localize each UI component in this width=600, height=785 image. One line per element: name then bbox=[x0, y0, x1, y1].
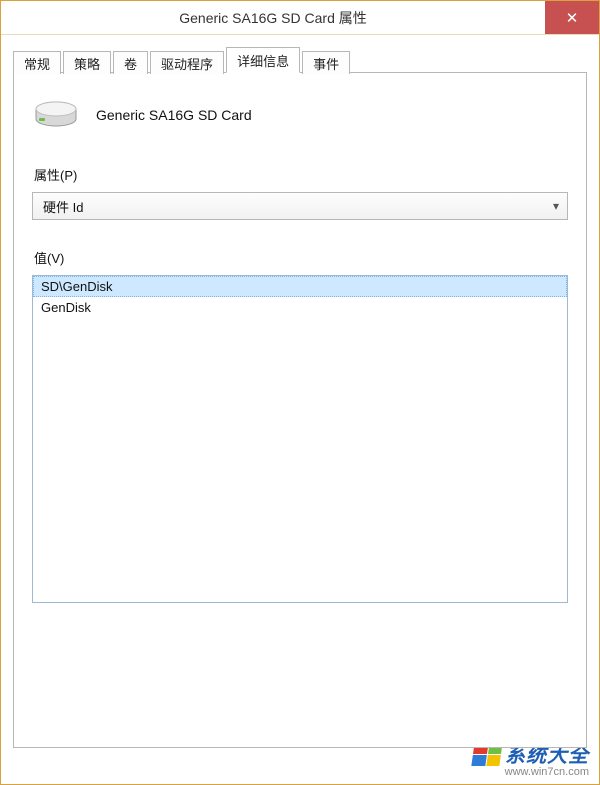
device-header: Generic SA16G SD Card bbox=[34, 99, 568, 131]
tab-label: 事件 bbox=[313, 54, 339, 73]
window-title: Generic SA16G SD Card 属性 bbox=[1, 1, 545, 34]
property-combobox[interactable]: 硬件 Id ▾ bbox=[32, 192, 568, 220]
properties-window: Generic SA16G SD Card 属性 ✕ 常规 策略 卷 驱动程序 … bbox=[0, 0, 600, 785]
device-name: Generic SA16G SD Card bbox=[96, 107, 252, 123]
watermark-url: www.win7cn.com bbox=[473, 766, 589, 778]
tab-driver[interactable]: 驱动程序 bbox=[150, 51, 224, 74]
tab-policies[interactable]: 策略 bbox=[63, 51, 111, 74]
tab-details[interactable]: 详细信息 bbox=[226, 47, 300, 73]
tab-label: 详细信息 bbox=[237, 51, 289, 70]
property-selected: 硬件 Id bbox=[43, 197, 83, 216]
client-area: 常规 策略 卷 驱动程序 详细信息 事件 Generic SA16G SD Ca… bbox=[1, 35, 599, 784]
tab-general[interactable]: 常规 bbox=[13, 51, 61, 74]
value-listbox[interactable]: SD\GenDisk GenDisk bbox=[32, 275, 568, 603]
tab-label: 卷 bbox=[124, 54, 137, 73]
disk-drive-icon bbox=[34, 99, 78, 131]
tab-panel-details: Generic SA16G SD Card 属性(P) 硬件 Id ▾ 值(V)… bbox=[13, 72, 587, 748]
tabstrip: 常规 策略 卷 驱动程序 详细信息 事件 bbox=[13, 47, 587, 73]
list-item[interactable]: GenDisk bbox=[33, 297, 567, 318]
titlebar: Generic SA16G SD Card 属性 ✕ bbox=[1, 1, 599, 35]
value-label: 值(V) bbox=[34, 248, 568, 267]
tab-label: 策略 bbox=[74, 54, 100, 73]
tab-volumes[interactable]: 卷 bbox=[113, 51, 148, 74]
close-icon: ✕ bbox=[566, 9, 579, 27]
tab-label: 常规 bbox=[24, 54, 50, 73]
tab-events[interactable]: 事件 bbox=[302, 51, 350, 74]
property-label: 属性(P) bbox=[34, 165, 568, 184]
tab-label: 驱动程序 bbox=[161, 54, 213, 73]
chevron-down-icon: ▾ bbox=[553, 199, 559, 213]
list-item[interactable]: SD\GenDisk bbox=[33, 276, 567, 297]
close-button[interactable]: ✕ bbox=[545, 1, 599, 34]
